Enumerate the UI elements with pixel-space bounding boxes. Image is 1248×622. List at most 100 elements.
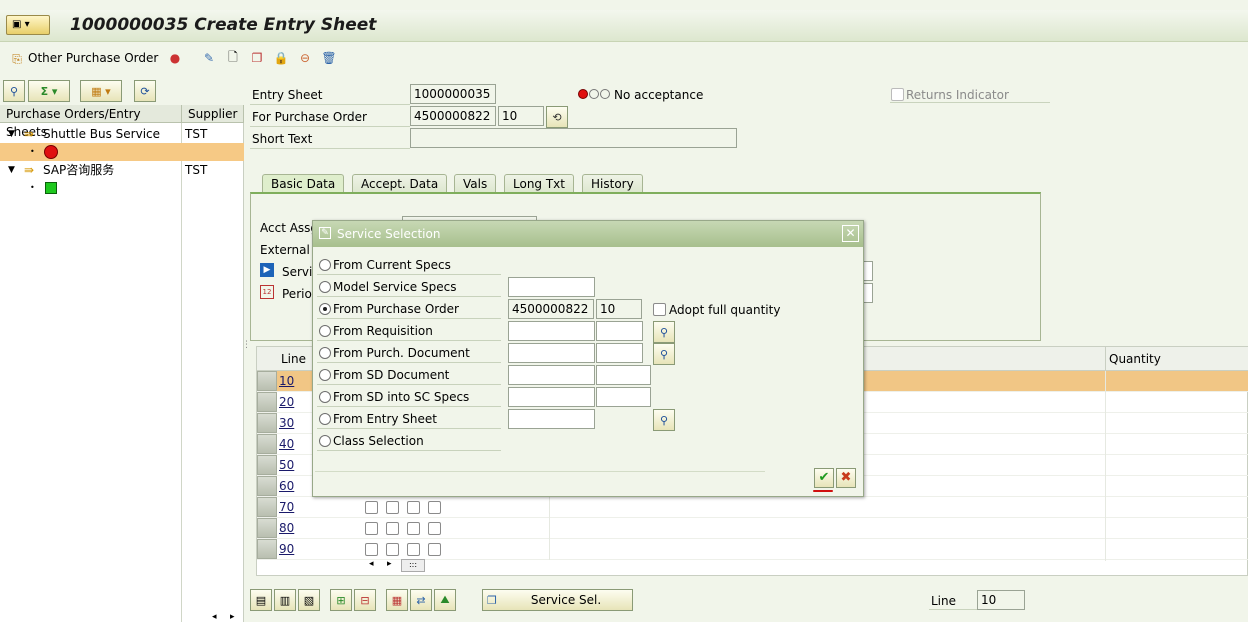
new-document-icon[interactable]: 🗋	[224, 49, 242, 67]
purch-doc-item-field[interactable]	[596, 343, 643, 363]
line-number[interactable]: 90	[279, 542, 294, 556]
purch-doc-search-icon[interactable]: ⚲	[653, 343, 675, 365]
radio-option-label[interactable]: From Purch. Document	[333, 345, 470, 361]
other-po-button[interactable]: Other Purchase Order	[28, 51, 158, 65]
row-selector[interactable]	[257, 455, 277, 475]
row-checkbox[interactable]	[407, 501, 420, 514]
radio-option-label[interactable]: From Entry Sheet	[333, 411, 437, 427]
radio-option[interactable]	[319, 347, 331, 359]
table-row[interactable]: 70	[257, 497, 1248, 518]
table-row[interactable]: 90	[257, 539, 1248, 560]
delete-line-icon[interactable]: ⊟	[354, 589, 376, 611]
select-all-icon[interactable]: ▤	[250, 589, 272, 611]
line-number[interactable]: 10	[279, 374, 294, 388]
tab-accept-data[interactable]: Accept. Data	[352, 174, 448, 194]
tab-vals[interactable]: Vals	[454, 174, 497, 194]
line-number[interactable]: 50	[279, 458, 294, 472]
tab-history[interactable]: History	[582, 174, 643, 194]
row-checkbox[interactable]	[386, 522, 399, 535]
row-selector[interactable]	[257, 392, 277, 412]
row-selector[interactable]	[257, 539, 277, 559]
adopt-full-quantity-checkbox[interactable]	[653, 303, 666, 316]
traffic-light-icon[interactable]: ●	[166, 49, 184, 67]
splitter[interactable]: ⋮	[242, 340, 251, 360]
row-selector[interactable]	[257, 476, 277, 496]
tab-long-txt[interactable]: Long Txt	[504, 174, 574, 194]
lock-icon[interactable]: 🔒	[272, 49, 290, 67]
row-checkbox[interactable]	[386, 543, 399, 556]
sd-doc-item-field[interactable]	[596, 365, 651, 385]
cancel-x-icon[interactable]: ✖	[836, 468, 856, 488]
refresh-icon[interactable]: ⟳	[134, 80, 156, 102]
row-selector[interactable]	[257, 413, 277, 433]
row-checkbox[interactable]	[428, 522, 441, 535]
dialog-close-icon[interactable]: ✕	[842, 225, 859, 242]
purch-doc-number-field[interactable]	[508, 343, 595, 363]
row-checkbox[interactable]	[386, 501, 399, 514]
pane-scroll-right-icon[interactable]: ▸	[230, 612, 235, 622]
returns-indicator-checkbox[interactable]	[891, 88, 904, 101]
row-checkbox[interactable]	[407, 522, 420, 535]
panel-field-2[interactable]	[863, 283, 873, 303]
confirm-checkmark-icon[interactable]: ✔	[814, 468, 834, 488]
line-number[interactable]: 60	[279, 479, 294, 493]
row-selector[interactable]	[257, 518, 277, 538]
glasses-pencil-icon[interactable]: ✎	[200, 49, 218, 67]
sd-sc-number-field[interactable]	[508, 387, 595, 407]
row-checkbox[interactable]	[428, 543, 441, 556]
copy-icon[interactable]: ❐	[248, 49, 266, 67]
model-spec-field[interactable]	[508, 277, 595, 297]
line-number[interactable]: 80	[279, 521, 294, 535]
graphic-icon[interactable]: ⛰	[434, 589, 456, 611]
calculator-icon[interactable]: ▦	[386, 589, 408, 611]
line-number[interactable]: 20	[279, 395, 294, 409]
radio-option[interactable]	[319, 303, 331, 315]
radio-option[interactable]	[319, 413, 331, 425]
menu-icon[interactable]: ▣ ▾	[6, 15, 50, 35]
scroll-left-icon[interactable]: ◂	[369, 559, 374, 569]
line-number[interactable]: 40	[279, 437, 294, 451]
radio-option[interactable]	[319, 391, 331, 403]
entry-sheet-search-icon[interactable]: ⚲	[653, 409, 675, 431]
sum-icon[interactable]: Σ ▾	[28, 80, 70, 102]
requisition-search-icon[interactable]: ⚲	[653, 321, 675, 343]
radio-option-label[interactable]: From SD into SC Specs	[333, 389, 469, 405]
row-checkbox[interactable]	[365, 501, 378, 514]
insert-line-icon[interactable]: ⊞	[330, 589, 352, 611]
radio-option[interactable]	[319, 325, 331, 337]
sd-doc-number-field[interactable]	[508, 365, 595, 385]
sd-sc-item-field[interactable]	[596, 387, 651, 407]
requisition-number-field[interactable]	[508, 321, 595, 341]
tree-item-po1[interactable]: ▼ ⇛ Shuttle Bus Service TST	[0, 125, 244, 143]
row-checkbox[interactable]	[428, 501, 441, 514]
row-selector[interactable]	[257, 371, 277, 391]
horizontal-scrollbar[interactable]: :::	[401, 559, 425, 572]
radio-option[interactable]	[319, 435, 331, 447]
service-selection-button[interactable]: ❐ Service Sel.	[482, 589, 633, 611]
pane-scroll-left-icon[interactable]: ◂	[212, 612, 217, 622]
panel-field-1[interactable]	[863, 261, 873, 281]
select-block-icon[interactable]: ▥	[274, 589, 296, 611]
tab-basic-data[interactable]: Basic Data	[262, 174, 345, 194]
calendar-icon[interactable]: 12	[260, 285, 274, 299]
tree-item-po2[interactable]: ▼ ⇛ SAP咨询服务 TST	[0, 161, 244, 179]
trash-icon[interactable]: 🗑	[320, 49, 338, 67]
find-icon[interactable]: ⚲	[3, 80, 25, 102]
radio-option-label[interactable]: Model Service Specs	[333, 279, 456, 295]
row-checkbox[interactable]	[365, 522, 378, 535]
requisition-item-field[interactable]	[596, 321, 643, 341]
expand-triangle-icon[interactable]: ▼	[8, 125, 15, 143]
entry-sheet-number-field[interactable]	[508, 409, 595, 429]
row-checkbox[interactable]	[365, 543, 378, 556]
po-display-icon[interactable]: ⟲	[546, 106, 568, 128]
scroll-right-icon[interactable]: ▸	[387, 559, 392, 569]
radio-option[interactable]	[319, 281, 331, 293]
radio-option[interactable]	[319, 369, 331, 381]
line-number[interactable]: 70	[279, 500, 294, 514]
radio-option[interactable]	[319, 259, 331, 271]
transfer-icon[interactable]: ⇄	[410, 589, 432, 611]
table-row[interactable]: 80	[257, 518, 1248, 539]
expand-triangle-icon[interactable]: ▼	[8, 161, 15, 179]
service-arrow-icon[interactable]: ▶	[260, 263, 274, 277]
radio-option-label[interactable]: From Purchase Order	[333, 301, 459, 317]
